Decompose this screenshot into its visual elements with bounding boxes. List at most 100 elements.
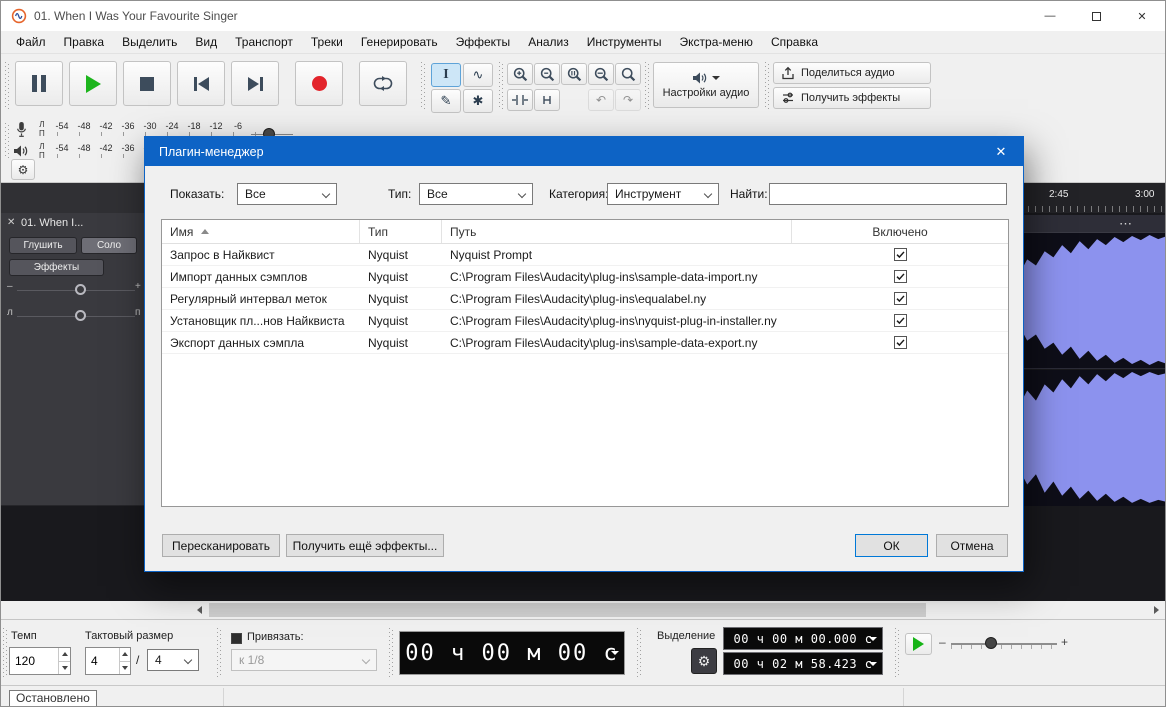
time-toolbar-grip[interactable] (389, 628, 393, 677)
selection-settings-button[interactable]: ⚙ (691, 648, 717, 674)
play-speed-grip[interactable] (895, 628, 899, 677)
speed-slider[interactable] (951, 643, 1057, 645)
audio-setup-button[interactable]: Настройки аудио (653, 62, 759, 108)
multi-tool-button[interactable]: ✱ (463, 89, 493, 113)
solo-button[interactable]: Соло (81, 237, 137, 254)
zoom-selection-button[interactable] (561, 63, 587, 85)
rescan-button[interactable]: Пересканировать (162, 534, 280, 557)
menu-generate[interactable]: Генерировать (352, 31, 447, 53)
time-signature-lower-select[interactable]: 4 (147, 649, 199, 671)
audio-setup-grip[interactable] (645, 62, 649, 109)
speed-slider-thumb[interactable] (985, 637, 997, 649)
show-filter-select[interactable]: Все (237, 183, 337, 205)
redo-button[interactable]: ↷ (615, 89, 641, 111)
loop-button[interactable] (359, 61, 407, 106)
scroll-right-button[interactable] (1148, 602, 1165, 618)
gain-slider-thumb[interactable] (75, 284, 86, 295)
tempo-spinner[interactable] (9, 647, 71, 675)
menu-help[interactable]: Справка (762, 31, 827, 53)
share-toolbar-grip[interactable] (765, 62, 769, 109)
selection-start-field[interactable]: 00 ч 00 м 00.000 с (723, 627, 883, 650)
track-name[interactable]: 01. When I... (21, 217, 83, 229)
time-signature-spin-arrows[interactable] (119, 648, 130, 674)
draw-tool-button[interactable]: ✎ (431, 89, 461, 113)
horizontal-scrollbar[interactable] (1, 601, 1165, 619)
close-button[interactable]: ✕ (1119, 1, 1165, 31)
header-enabled[interactable]: Включено (792, 220, 1008, 243)
tempo-input[interactable] (10, 648, 58, 674)
dialog-close-button[interactable]: ✕ (979, 137, 1023, 166)
time-display[interactable]: 00 ч 00 м 00 с (399, 631, 625, 675)
time-format-caret-icon[interactable] (611, 651, 619, 655)
enabled-checkbox[interactable] (894, 248, 907, 261)
ok-button[interactable]: ОК (855, 534, 928, 557)
envelope-tool-button[interactable]: ∿ (463, 63, 493, 87)
enabled-checkbox[interactable] (894, 292, 907, 305)
clip-menu-button[interactable]: ⋯ (1119, 215, 1133, 232)
time-signature-grip[interactable] (3, 628, 7, 677)
table-row[interactable]: Импорт данных сэмпловNyquistC:\Program F… (162, 266, 1008, 288)
menu-tracks[interactable]: Треки (302, 31, 352, 53)
menu-transport[interactable]: Транспорт (226, 31, 302, 53)
enabled-checkbox[interactable] (894, 336, 907, 349)
type-filter-select[interactable]: Все (419, 183, 533, 205)
table-row[interactable]: Установщик пл...нов НайквистаNyquistC:\P… (162, 310, 1008, 332)
pause-button[interactable] (15, 61, 63, 106)
selection-format-caret-icon[interactable] (869, 637, 877, 641)
cancel-button[interactable]: Отмена (936, 534, 1008, 557)
menu-analyze[interactable]: Анализ (519, 31, 578, 53)
dialog-titlebar[interactable]: Плагин-менеджер ✕ (145, 137, 1023, 166)
zoom-fit-project-button[interactable] (588, 63, 614, 85)
zoom-toggle-button[interactable] (615, 63, 641, 85)
audio-clip[interactable]: ⋯ (1001, 215, 1166, 506)
get-effects-button[interactable]: Получить эффекты (773, 87, 931, 109)
selection-end-field[interactable]: 00 ч 02 м 58.423 с (723, 652, 883, 675)
waveform-channel-left[interactable] (1001, 233, 1166, 369)
silence-audio-button[interactable] (534, 89, 560, 111)
header-name[interactable]: Имя (162, 220, 360, 243)
menu-extra[interactable]: Экстра-меню (671, 31, 762, 53)
table-row[interactable]: Запрос в НайквистNyquistNyquist Prompt (162, 244, 1008, 266)
share-audio-button[interactable]: Поделиться аудио (773, 62, 931, 84)
skip-to-start-button[interactable] (177, 61, 225, 106)
stop-button[interactable] (123, 61, 171, 106)
waveform-channel-right[interactable] (1001, 370, 1166, 506)
maximize-button[interactable] (1073, 1, 1119, 31)
time-signature-upper-input[interactable] (86, 648, 119, 674)
track-close-button[interactable]: ✕ (7, 217, 15, 228)
tools-toolbar-grip[interactable] (421, 62, 425, 109)
minimize-button[interactable]: — (1027, 1, 1073, 31)
meter-settings-button[interactable]: ⚙ (11, 159, 35, 180)
undo-button[interactable]: ↶ (588, 89, 614, 111)
selection-toolbar-grip[interactable] (637, 628, 641, 677)
mute-button[interactable]: Глушить (9, 237, 77, 254)
play-at-speed-button[interactable] (905, 633, 932, 655)
horizontal-scrollbar-thumb[interactable] (209, 603, 926, 617)
skip-to-end-button[interactable] (231, 61, 279, 106)
transport-toolbar-grip[interactable] (5, 62, 9, 109)
get-more-effects-button[interactable]: Получить ещё эффекты... (286, 534, 444, 557)
header-type[interactable]: Тип (360, 220, 442, 243)
scroll-left-button[interactable] (191, 602, 208, 618)
zoom-out-button[interactable] (534, 63, 560, 85)
snap-checkbox[interactable] (231, 633, 242, 644)
menu-effects[interactable]: Эффекты (447, 31, 520, 53)
menu-file[interactable]: Файл (7, 31, 55, 53)
enabled-checkbox[interactable] (894, 314, 907, 327)
snap-toolbar-grip[interactable] (217, 628, 221, 677)
table-row[interactable]: Экспорт данных сэмплаNyquistC:\Program F… (162, 332, 1008, 354)
snap-select[interactable]: к 1/8 (231, 649, 377, 671)
category-filter-select[interactable]: Инструмент (607, 183, 719, 205)
search-input[interactable] (769, 183, 1007, 205)
menu-view[interactable]: Вид (186, 31, 226, 53)
clip-header[interactable]: ⋯ (1001, 215, 1166, 233)
table-row[interactable]: Регулярный интервал метокNyquistC:\Progr… (162, 288, 1008, 310)
enabled-checkbox[interactable] (894, 270, 907, 283)
track-effects-button[interactable]: Эффекты (9, 259, 104, 276)
pan-slider-thumb[interactable] (75, 310, 86, 321)
selection-tool-button[interactable]: I (431, 63, 461, 87)
record-button[interactable] (295, 61, 343, 106)
menu-select[interactable]: Выделить (113, 31, 186, 53)
zoom-in-button[interactable] (507, 63, 533, 85)
selection-format-caret-icon[interactable] (869, 662, 877, 666)
